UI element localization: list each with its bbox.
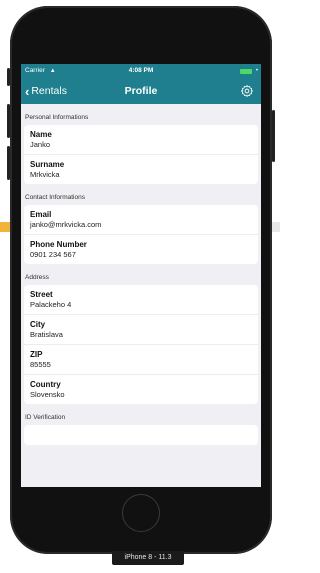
personal-group: Name Janko Surname Mrkvicka	[24, 125, 258, 184]
address-group: Street Palackeho 4 City Bratislava ZIP 8…	[24, 285, 258, 404]
gear-icon[interactable]	[240, 84, 254, 98]
field-zip[interactable]: ZIP 85555	[24, 345, 258, 375]
field-label: Name	[30, 130, 52, 139]
battery-icon	[240, 69, 252, 74]
back-button[interactable]: ‹ Rentals	[25, 78, 67, 104]
field-phone-number[interactable]: Phone Number 0901 234 567	[24, 235, 258, 264]
volume-down-button	[7, 146, 10, 180]
home-button[interactable]	[122, 494, 160, 532]
background-accent-right	[272, 222, 280, 232]
field-email[interactable]: Email janko@mrkvicka.com	[24, 205, 258, 235]
volume-up-button	[7, 104, 10, 138]
mute-switch	[7, 68, 10, 86]
section-header-id-verification: ID Verification	[25, 414, 66, 421]
device-label: iPhone 8 - 11.3	[112, 551, 184, 565]
field-city[interactable]: City Bratislava	[24, 315, 258, 345]
field-value: 0901 234 567	[30, 250, 76, 259]
field-value: Slovensko	[30, 390, 65, 399]
field-value: Bratislava	[30, 330, 63, 339]
navigation-bar: ‹ Rentals Profile	[21, 78, 261, 104]
field-country[interactable]: Country Slovensko	[24, 375, 258, 404]
field-value: 85555	[30, 360, 51, 369]
field-value: Janko	[30, 140, 51, 149]
id-verification-group	[24, 425, 258, 445]
section-header-contact: Contact Informations	[25, 194, 85, 201]
contact-group: Email janko@mrkvicka.com Phone Number 09…	[24, 205, 258, 264]
profile-content[interactable]: Personal Informations Name Janko Surname…	[21, 104, 261, 445]
field-label: Phone Number	[30, 240, 87, 249]
field-label: ZIP	[30, 350, 43, 359]
app-screen: Carrier ▲ 4:08 PM • ‹ Rentals Profile Pe…	[21, 64, 261, 487]
chevron-left-icon: ‹	[25, 83, 30, 99]
field-label: Surname	[30, 160, 65, 169]
phone-frame: Carrier ▲ 4:08 PM • ‹ Rentals Profile Pe…	[7, 6, 275, 554]
field-label: City	[30, 320, 46, 329]
field-name[interactable]: Name Janko	[24, 125, 258, 155]
field-label: Country	[30, 380, 61, 389]
section-header-personal: Personal Informations	[25, 114, 89, 121]
status-time: 4:08 PM	[128, 67, 154, 74]
section-header-address: Address	[25, 274, 49, 281]
field-value: janko@mrkvicka.com	[30, 220, 102, 229]
field-street[interactable]: Street Palackeho 4	[24, 285, 258, 315]
field-surname[interactable]: Surname Mrkvicka	[24, 155, 258, 184]
power-button	[272, 110, 275, 162]
field-label: Email	[30, 210, 52, 219]
field-value: Mrkvicka	[30, 170, 60, 179]
charging-icon: •	[255, 68, 258, 74]
back-button-label: Rentals	[31, 85, 67, 97]
field-label: Street	[30, 290, 53, 299]
field-value: Palackeho 4	[30, 300, 72, 309]
status-bar: Carrier ▲ 4:08 PM •	[21, 64, 261, 78]
